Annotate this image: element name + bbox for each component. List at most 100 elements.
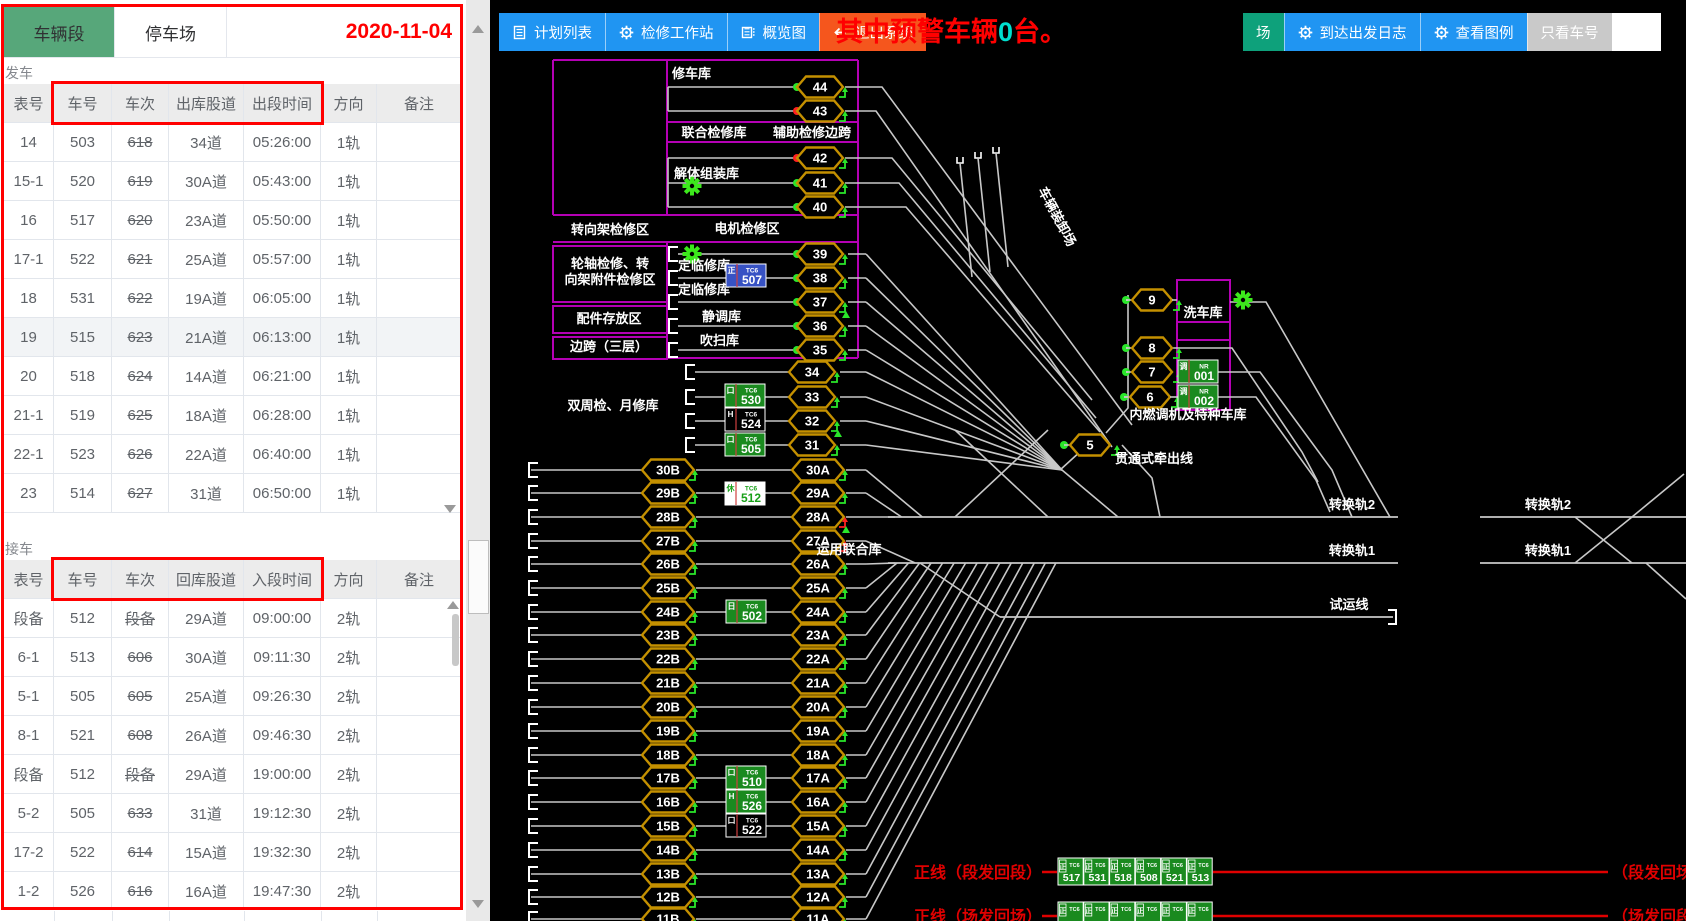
track-hex-22B[interactable]: 22B [642,649,694,670]
track-hex-19B[interactable]: 19B [642,721,694,742]
track-hex-26B[interactable]: 26B [642,554,694,575]
mainline-badge-508[interactable]: 正TC6508 [1135,858,1160,885]
track-hex-12A[interactable]: 12A [792,887,844,908]
track-hex-17B[interactable]: 17B [642,768,694,789]
arrive-scroll-up-icon[interactable] [447,601,459,609]
track-hex-34[interactable]: 34 [789,362,835,383]
track-hex-24B[interactable]: 24B [642,602,694,623]
track-hex-29B[interactable]: 29B [642,483,694,504]
track-hex-14A[interactable]: 14A [792,840,844,861]
main-scrollbar[interactable] [466,0,490,921]
track-hex-23A[interactable]: 23A [792,625,844,646]
track-hex-28A[interactable]: 28A [792,507,844,528]
track-hex-27B[interactable]: 27B [642,531,694,552]
train-badge-526[interactable]: HTC6526 [726,790,766,813]
track-hex-21A[interactable]: 21A [792,673,844,694]
mainline-badge-521[interactable]: 正TC6521 [1161,858,1186,885]
train-badge-522[interactable]: 口TC6522 [726,814,766,837]
track-hex-25A[interactable]: 25A [792,578,844,599]
train-badge-524[interactable]: HTC6524 [725,408,765,431]
repair-workstation-button[interactable]: 检修工作站 [605,13,727,51]
tab-depot[interactable]: 车辆段 [4,7,115,57]
mainline-badge-518[interactable]: 正TC6518 [1110,858,1135,885]
track-hex-21B[interactable]: 21B [642,673,694,694]
track-hex-30A[interactable]: 30A [792,460,844,481]
track-hex-43[interactable]: 43 [797,101,843,122]
track-hex-13A[interactable]: 13A [792,864,844,885]
mainline-badge[interactable]: 正TC6 [1161,902,1186,921]
track-hex-35[interactable]: 35 [797,340,843,361]
mainline-badge[interactable]: 正TC6 [1110,902,1135,921]
track-hex-44[interactable]: 44 [797,77,843,98]
track-hex-23B[interactable]: 23B [642,625,694,646]
track-hex-41[interactable]: 41 [797,173,843,194]
track-hex-22A[interactable]: 22A [792,649,844,670]
view-legend-button[interactable]: 查看图例 [1420,13,1527,51]
mainline-badge[interactable]: 正TC6 [1084,902,1109,921]
overview-map-button[interactable]: 概览图 [727,13,820,51]
track-hex-16A[interactable]: 16A [792,792,844,813]
track-hex-40[interactable]: 40 [797,197,843,218]
table-cell: 512 [54,599,112,638]
train-badge-002[interactable]: 调NR002 [1178,385,1218,408]
arrive-scrollbar-thumb[interactable] [452,614,459,666]
track-hex-29A[interactable]: 29A [792,483,844,504]
mainline-badge-517[interactable]: 正TC6517 [1058,858,1083,885]
train-badge-512[interactable]: 休TC6512 [725,482,765,505]
main-scroll-up-icon[interactable] [472,25,484,33]
train-badge-507[interactable]: 正TC6507 [726,264,766,287]
track-hex-30B[interactable]: 30B [642,460,694,481]
track-hex-37[interactable]: 37 [797,292,843,313]
mainline-badge[interactable]: 正TC6 [1187,902,1212,921]
track-hex-25B[interactable]: 25B [642,578,694,599]
track-hex-5[interactable]: 5 [1070,435,1110,456]
toolbar-blank-box[interactable] [1612,13,1661,51]
plan-list-button[interactable]: 计划列表 [499,13,605,51]
track-hex-18B[interactable]: 18B [642,745,694,766]
track-hex-12B[interactable]: 12B [642,887,694,908]
track-hex-15A[interactable]: 15A [792,816,844,837]
track-hex-24A[interactable]: 24A [792,602,844,623]
track-hex-39[interactable]: 39 [797,244,843,265]
track-hex-33[interactable]: 33 [789,387,835,408]
track-hex-36[interactable]: 36 [797,316,843,337]
track-hex-16B[interactable]: 16B [642,792,694,813]
track-hex-9[interactable]: 9 [1132,290,1172,311]
track-hex-38[interactable]: 38 [797,268,843,289]
train-badge-510[interactable]: 口TC6510 [726,766,766,789]
mainline-badge-513[interactable]: 正TC6513 [1187,858,1212,885]
arrival-departure-log-button[interactable]: 到达出发日志 [1284,13,1420,51]
train-badge-001[interactable]: 调NR001 [1178,360,1218,383]
main-scroll-down-icon[interactable] [472,900,484,908]
track-hex-14B[interactable]: 14B [642,840,694,861]
mainline-badge[interactable]: 正TC6 [1058,902,1083,921]
track-hex-15B[interactable]: 15B [642,816,694,837]
train-badge-502[interactable]: 日TC6502 [726,600,766,623]
track-hex-7[interactable]: 7 [1132,362,1172,383]
mainline-badge[interactable]: 正TC6 [1135,902,1160,921]
track-hex-32[interactable]: 32 [789,411,835,432]
track-hex-17A[interactable]: 17A [792,768,844,789]
track-hex-20A[interactable]: 20A [792,697,844,718]
train-badge-505[interactable]: 口TC6505 [725,433,765,456]
track-hex-11A[interactable]: 11A [792,909,844,921]
track-hex-6[interactable]: 6 [1130,387,1170,408]
track-hex-28B[interactable]: 28B [642,507,694,528]
track-hex-20B[interactable]: 20B [642,697,694,718]
tab-parking-lot[interactable]: 停车场 [115,7,227,57]
table-cell: 608 [112,716,169,755]
track-hex-31[interactable]: 31 [789,435,835,456]
mainline-badge-531[interactable]: 正TC6531 [1084,858,1109,885]
depart-scroll-down-icon[interactable] [444,505,456,513]
only-train-number-button[interactable]: 只看车号 [1527,13,1612,51]
main-scrollbar-thumb[interactable] [468,540,489,614]
track-hex-42[interactable]: 42 [797,148,843,169]
track-hex-13B[interactable]: 13B [642,864,694,885]
track-hex-18A[interactable]: 18A [792,745,844,766]
yard-button[interactable]: 场 [1243,13,1284,51]
track-hex-19A[interactable]: 19A [792,721,844,742]
column-divider [321,911,322,921]
track-hex-11B[interactable]: 11B [642,909,694,921]
train-badge-530[interactable]: 口TC6530 [725,384,765,407]
track-hex-8[interactable]: 8 [1132,338,1172,359]
